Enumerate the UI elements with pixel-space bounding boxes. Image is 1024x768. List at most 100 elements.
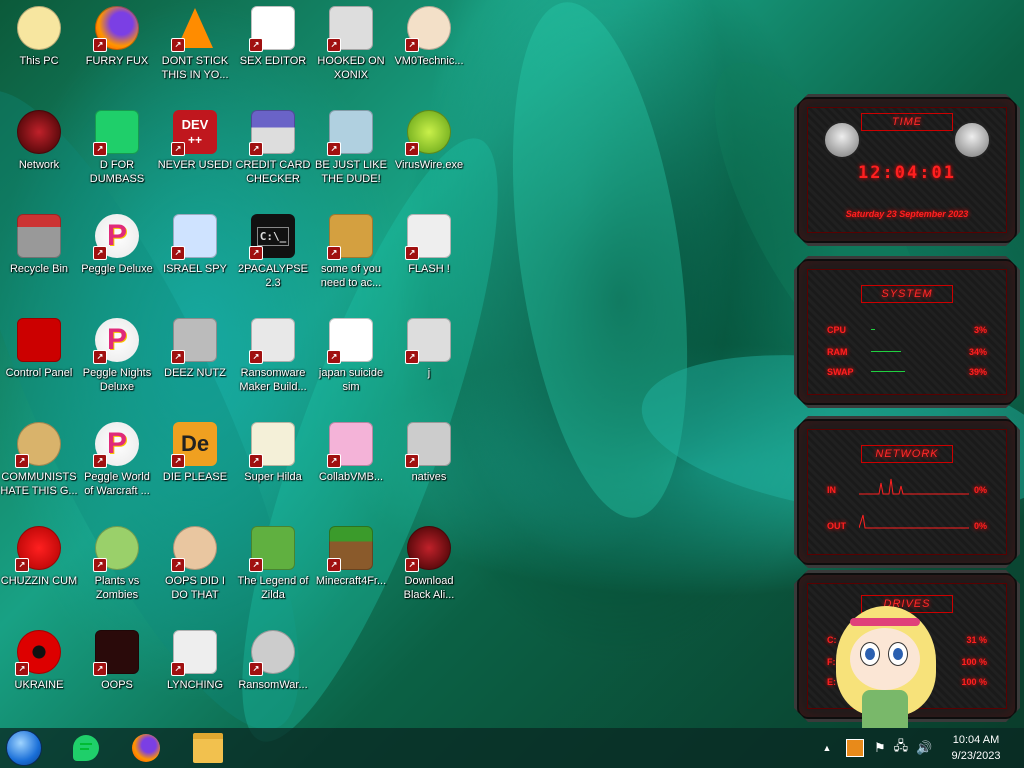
network-gadget[interactable]: NETWORK IN 0% OUT 0% <box>794 416 1020 568</box>
desktop-icon[interactable]: ↗ OOPS DID I DO THAT <box>156 522 234 624</box>
tray-app-icon[interactable] <box>846 739 864 757</box>
desktop-icon-label: Control Panel <box>5 367 73 379</box>
gadget-title: TIME <box>861 113 953 131</box>
desktop-icon[interactable]: ↗ Plants vs Zombies <box>78 522 156 624</box>
zelda-pixel-icon: ↗ <box>249 526 295 572</box>
start-button[interactable] <box>4 730 44 766</box>
image-file-icon: ↗ <box>405 318 451 364</box>
shortcut-arrow-icon: ↗ <box>327 558 341 572</box>
drive-e-value: 100 % <box>961 677 987 687</box>
flag-icon[interactable]: ⚑ <box>874 740 886 756</box>
cartoon-girl-mascot <box>830 600 940 728</box>
desktop-icon[interactable]: ↗ D FOR DUMBASS <box>78 106 156 208</box>
shortcut-arrow-icon: ↗ <box>171 38 185 52</box>
desktop-icon[interactable]: Network <box>0 106 78 208</box>
network-icon[interactable]: 🖧 <box>894 737 909 759</box>
taskbar-app-green[interactable] <box>66 730 106 766</box>
desktop-icon[interactable]: C:\_ ↗ 2PACALYPSE 2.3 <box>234 210 312 312</box>
desktop-icon[interactable]: This PC <box>0 2 78 104</box>
desktop-icon[interactable]: P ↗ Peggle Nights Deluxe <box>78 314 156 416</box>
system-gadget[interactable]: SYSTEM CPU 3% RAM 34% SWAP 39% <box>794 256 1020 408</box>
desktop-icon[interactable]: P ↗ Peggle World of Warcraft ... <box>78 418 156 520</box>
desktop-icon[interactable]: ↗ Super Hilda <box>234 418 312 520</box>
desktop-icon[interactable]: De ↗ DIE PLEASE <box>156 418 234 520</box>
taskbar-clock[interactable]: 10:04 AM 9/23/2023 <box>946 732 1006 764</box>
desktop-icon[interactable]: ↗ ISRAEL SPY <box>156 210 234 312</box>
desktop-icon[interactable]: ↗ CHUZZIN CUM <box>0 522 78 624</box>
desktop-icon[interactable]: ↗ OOPS <box>78 626 156 728</box>
date-display: Saturday 23 September 2023 <box>845 209 969 219</box>
shortcut-arrow-icon: ↗ <box>171 662 185 676</box>
taskbar: ▲ ⚑ 🖧 🔊 10:04 AM 9/23/2023 <box>0 728 1024 768</box>
desktop-icon[interactable]: ↗ DONT STICK THIS IN YO... <box>156 2 234 104</box>
desktop-icon[interactable]: ↗ LYNCHING <box>156 626 234 728</box>
peggle-p-text: P <box>106 323 127 356</box>
desktop-icon-label: LYNCHING <box>166 679 224 691</box>
desktop-icon[interactable]: ↗ Download Black Ali... <box>390 522 468 624</box>
stacked-windows-icon: ↗ <box>171 318 217 364</box>
swap-value: 39% <box>968 367 987 377</box>
desktop-icon[interactable]: ↗ UKRAINE <box>0 626 78 728</box>
taskbar-firefox[interactable] <box>126 730 166 766</box>
desktop-icon[interactable]: ↗ FLASH ! <box>390 210 468 312</box>
desktop-icon[interactable]: Control Panel <box>0 314 78 416</box>
desktop-icon[interactable]: ↗ Ransomware Maker Build... <box>234 314 312 416</box>
firefox-icon <box>132 734 160 762</box>
desktop-icon[interactable]: ↗ FURRY FUX <box>78 2 156 104</box>
desktop-icon-label: CollabVMB... <box>318 471 384 483</box>
desktop-icon-label: NEVER USED! <box>157 159 233 171</box>
desktop-icon[interactable]: DEV ++ ↗ NEVER USED! <box>156 106 234 208</box>
net-in-label: IN <box>827 485 836 495</box>
desktop-icon[interactable]: ↗ Minecraft4Fr... <box>312 522 390 624</box>
desktop-icon[interactable]: ↗ natives <box>390 418 468 520</box>
desktop-icon-label: Peggle Nights Deluxe <box>82 367 152 393</box>
cartoon-dog-icon: ↗ <box>327 214 373 260</box>
desktop-icon-grid: This PC ↗ FURRY FUX ↗ DONT STICK THIS IN YO.… <box>0 0 470 728</box>
desktop-icon[interactable]: ↗ COMMUNISTS HATE THIS G... <box>0 418 78 520</box>
desktop-icon[interactable]: ↗ VM0Technic... <box>390 2 468 104</box>
time-gadget[interactable]: TIME 12:04:01 Saturday 23 September 2023 <box>794 94 1020 246</box>
desktop-icon[interactable]: ↗ VirusWire.exe <box>390 106 468 208</box>
desktop-icon[interactable]: ↗ CREDIT CARD CHECKER <box>234 106 312 208</box>
net-out-value: 0% <box>973 521 987 531</box>
santa-icon: ↗ <box>327 110 373 156</box>
shortcut-arrow-icon: ↗ <box>93 38 107 52</box>
chat-bubble-icon <box>73 735 99 761</box>
radiation-icon: ↗ <box>15 630 61 676</box>
dev-cpp-icon: DEV ++ ↗ <box>171 110 217 156</box>
shortcut-arrow-icon: ↗ <box>93 350 107 364</box>
desktop-icon-label: FURRY FUX <box>85 55 149 67</box>
shortcut-arrow-icon: ↗ <box>405 142 419 156</box>
lime-icon: ↗ <box>405 110 451 156</box>
volume-icon[interactable]: 🔊 <box>916 740 932 756</box>
desktop-icon[interactable]: Recycle Bin <box>0 210 78 312</box>
desktop-icon[interactable]: ↗ SEX EDITOR <box>234 2 312 104</box>
folder-icon <box>193 733 223 763</box>
desktop-icon[interactable]: ↗ The Legend of Zilda <box>234 522 312 624</box>
desktop-icon-label: Ransomware Maker Build... <box>239 367 307 393</box>
desktop-icon[interactable]: ↗ RansomWar... <box>234 626 312 728</box>
shortcut-arrow-icon: ↗ <box>249 558 263 572</box>
desktop-icon[interactable]: ↗ DEEZ NUTZ <box>156 314 234 416</box>
portrait-icon: ↗ <box>171 526 217 572</box>
desktop-icon[interactable]: ↗ CollabVMB... <box>312 418 390 520</box>
doctor-icon: ↗ <box>405 6 451 52</box>
desktop-icon-label: japan suicide sim <box>318 367 384 393</box>
xonix-icon: ↗ <box>327 6 373 52</box>
desktop-icon-label: 2PACALYPSE 2.3 <box>238 263 308 289</box>
shortcut-arrow-icon: ↗ <box>93 558 107 572</box>
desktop-icon[interactable]: ↗ HOOKED ON XONIX <box>312 2 390 104</box>
desktop-icon-label: VM0Technic... <box>394 55 464 67</box>
desktop-icon-label: DONT STICK THIS IN YO... <box>161 55 229 81</box>
desktop-icon[interactable]: P ↗ Peggle Deluxe <box>78 210 156 312</box>
desktop-icon[interactable]: ↗ japan suicide sim <box>312 314 390 416</box>
desktop-icon[interactable]: ↗ BE JUST LIKE THE DUDE! <box>312 106 390 208</box>
desktop-icon[interactable]: ↗ some of you need to ac... <box>312 210 390 312</box>
cmd-text: C:\_ <box>256 226 290 246</box>
tray-chevron-up-icon[interactable]: ▲ <box>820 743 834 753</box>
taskbar-file-explorer[interactable] <box>188 730 228 766</box>
network-alien-icon <box>17 110 61 154</box>
desktop-icon[interactable]: ↗ j <box>390 314 468 416</box>
shortcut-arrow-icon: ↗ <box>93 142 107 156</box>
peggle-nights-icon: P ↗ <box>93 318 139 364</box>
